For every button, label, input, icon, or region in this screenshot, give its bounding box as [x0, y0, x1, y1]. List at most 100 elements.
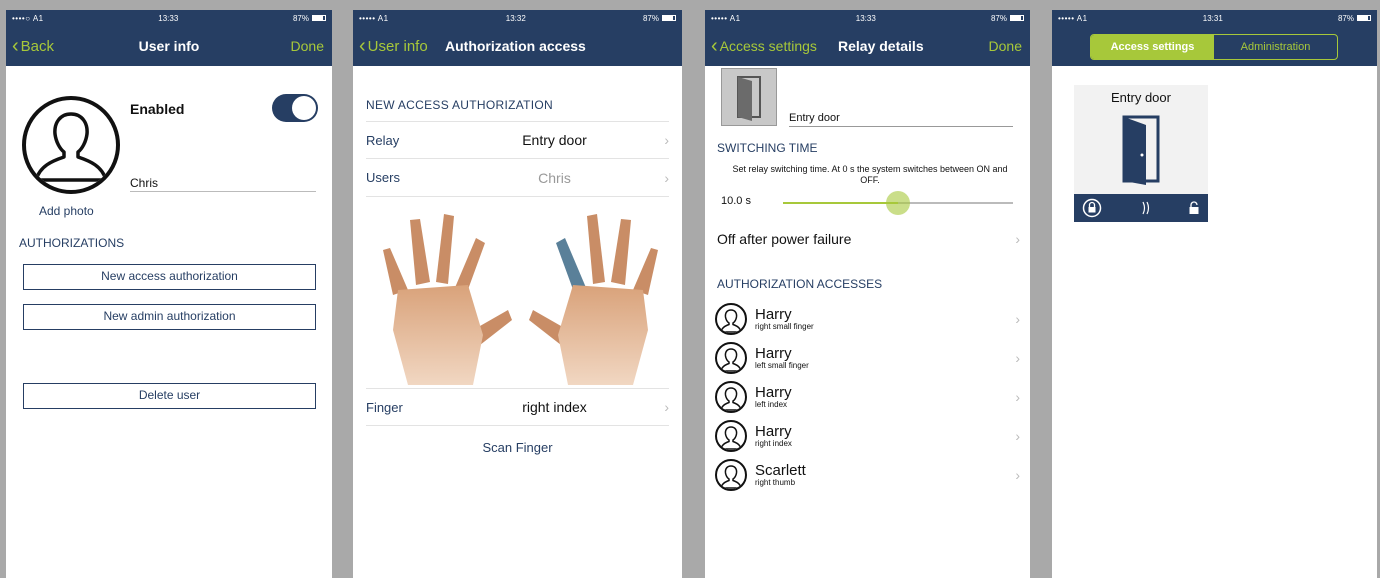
list-item[interactable]: Harry right small finger ›	[715, 300, 1020, 338]
chevron-left-icon: ‹	[12, 35, 19, 57]
battery-level: 87%	[1337, 13, 1354, 23]
back-button[interactable]: ‹ User info	[359, 26, 428, 66]
tab-access-settings[interactable]: Access settings	[1091, 35, 1214, 59]
tile-title: Entry door	[1111, 90, 1171, 105]
switching-time-header: SWITCHING TIME	[717, 141, 818, 155]
lock-icon[interactable]	[1082, 198, 1102, 218]
avatar	[715, 420, 747, 452]
user-avatar[interactable]	[22, 96, 120, 194]
users-label: Users	[366, 170, 400, 185]
access-finger: right index	[755, 438, 792, 448]
power-failure-label: Off after power failure	[717, 231, 852, 247]
battery: 87%	[1338, 14, 1371, 23]
switching-slider[interactable]	[783, 191, 1013, 215]
authorization-access-screen: ••••• A1 13:32 87% ‹ User info Authoriza…	[353, 10, 682, 578]
switching-value: 10.0 s	[721, 195, 751, 207]
new-admin-authorization-button[interactable]: New admin authorization	[23, 304, 316, 330]
access-finger: left small finger	[755, 360, 809, 370]
person-icon	[720, 309, 742, 333]
chevron-left-icon: ‹	[711, 35, 718, 57]
nav-bar: ‹ Back User info Done	[6, 26, 332, 66]
person-icon	[34, 112, 108, 182]
tab-administration[interactable]: Administration	[1214, 35, 1337, 59]
enabled-label: Enabled	[130, 101, 185, 117]
chevron-right-icon: ›	[664, 399, 669, 415]
add-photo-link[interactable]: Add photo	[39, 204, 94, 218]
nav-bar: ‹ User info Authorization access	[353, 26, 682, 66]
door-icon	[737, 76, 761, 121]
back-label: Access settings	[719, 38, 817, 54]
battery-icon	[662, 15, 676, 22]
status-bar: ••••• A1 13:32 87%	[353, 10, 682, 26]
back-button[interactable]: ‹ Access settings	[711, 26, 817, 66]
chevron-right-icon: ›	[664, 132, 669, 148]
battery-level: 87%	[642, 13, 659, 23]
chevron-right-icon: ›	[1015, 311, 1020, 327]
access-name: Harry	[755, 383, 792, 401]
clock: 13:31	[1202, 13, 1223, 23]
chevron-right-icon: ›	[1015, 389, 1020, 405]
page-title: User info	[138, 38, 200, 54]
slider-knob[interactable]	[886, 191, 910, 215]
avatar	[715, 381, 747, 413]
carrier: ••••• A1	[1058, 13, 1088, 23]
unlock-icon[interactable]	[1188, 201, 1200, 215]
person-icon	[720, 348, 742, 372]
signal-icon[interactable]	[1135, 200, 1155, 216]
battery: 87%	[643, 14, 676, 23]
list-item[interactable]: Harry right index ›	[715, 417, 1020, 455]
chevron-right-icon: ›	[1015, 467, 1020, 483]
segmented-control: Access settings Administration	[1090, 34, 1338, 60]
avatar	[715, 303, 747, 335]
battery-icon	[1010, 15, 1024, 22]
switching-description: Set relay switching time. At 0 s the sys…	[732, 164, 1008, 185]
relay-tile[interactable]: Entry door	[1074, 85, 1208, 222]
done-button[interactable]: Done	[291, 26, 324, 66]
new-access-authorization-button[interactable]: New access authorization	[23, 264, 316, 290]
carrier: ••••• A1	[711, 13, 741, 23]
hands-finger-selector[interactable]	[378, 210, 663, 390]
avatar	[715, 342, 747, 374]
enabled-toggle[interactable]	[272, 94, 318, 122]
relay-value: Entry door	[522, 132, 587, 148]
door-icon	[1122, 115, 1160, 185]
list-item[interactable]: Harry left index ›	[715, 378, 1020, 416]
battery-icon	[1357, 15, 1371, 22]
done-button[interactable]: Done	[989, 26, 1022, 66]
access-name: Harry	[755, 305, 792, 323]
relay-row[interactable]: Relay Entry door ›	[366, 121, 669, 159]
chevron-right-icon: ›	[1015, 350, 1020, 366]
name-field[interactable]: Chris	[130, 176, 316, 192]
back-label: User info	[367, 37, 428, 55]
clock: 13:32	[505, 13, 526, 23]
power-failure-row[interactable]: Off after power failure ›	[717, 222, 1020, 256]
tile-action-bar	[1074, 194, 1208, 222]
list-item[interactable]: Scarlett right thumb ›	[715, 456, 1020, 494]
back-label: Back	[20, 37, 55, 55]
status-bar: ••••○ A1 13:33 87%	[6, 10, 332, 26]
door-image[interactable]	[721, 68, 777, 126]
chevron-right-icon: ›	[1015, 428, 1020, 444]
access-name: Harry	[755, 344, 792, 362]
back-button[interactable]: ‹ Back	[12, 26, 54, 66]
battery-level: 87%	[990, 13, 1007, 23]
battery-icon	[312, 15, 326, 22]
finger-row[interactable]: Finger right index ›	[366, 388, 669, 426]
door-name-field[interactable]: Entry door	[789, 112, 1013, 127]
status-bar: ••••• A1 13:33 87%	[705, 10, 1030, 26]
battery: 87%	[991, 14, 1024, 23]
users-row[interactable]: Users Chris ›	[366, 159, 669, 197]
access-finger: right small finger	[755, 321, 814, 331]
access-finger: left index	[755, 399, 788, 409]
access-name: Scarlett	[755, 461, 806, 479]
chevron-right-icon: ›	[664, 169, 669, 186]
access-settings-screen: ••••• A1 13:31 87% Access settings Admin…	[1052, 10, 1377, 578]
relay-details-screen: ••••• A1 13:33 87% ‹ Access settings Rel…	[705, 10, 1030, 578]
left-hand	[383, 214, 512, 385]
user-info-screen: ••••○ A1 13:33 87% ‹ Back User info Done…	[6, 10, 332, 578]
clock: 13:33	[158, 13, 179, 23]
scan-finger-button[interactable]: Scan Finger	[353, 440, 682, 455]
list-item[interactable]: Harry left small finger ›	[715, 339, 1020, 377]
delete-user-button[interactable]: Delete user	[23, 383, 316, 409]
access-finger: right thumb	[755, 477, 796, 487]
